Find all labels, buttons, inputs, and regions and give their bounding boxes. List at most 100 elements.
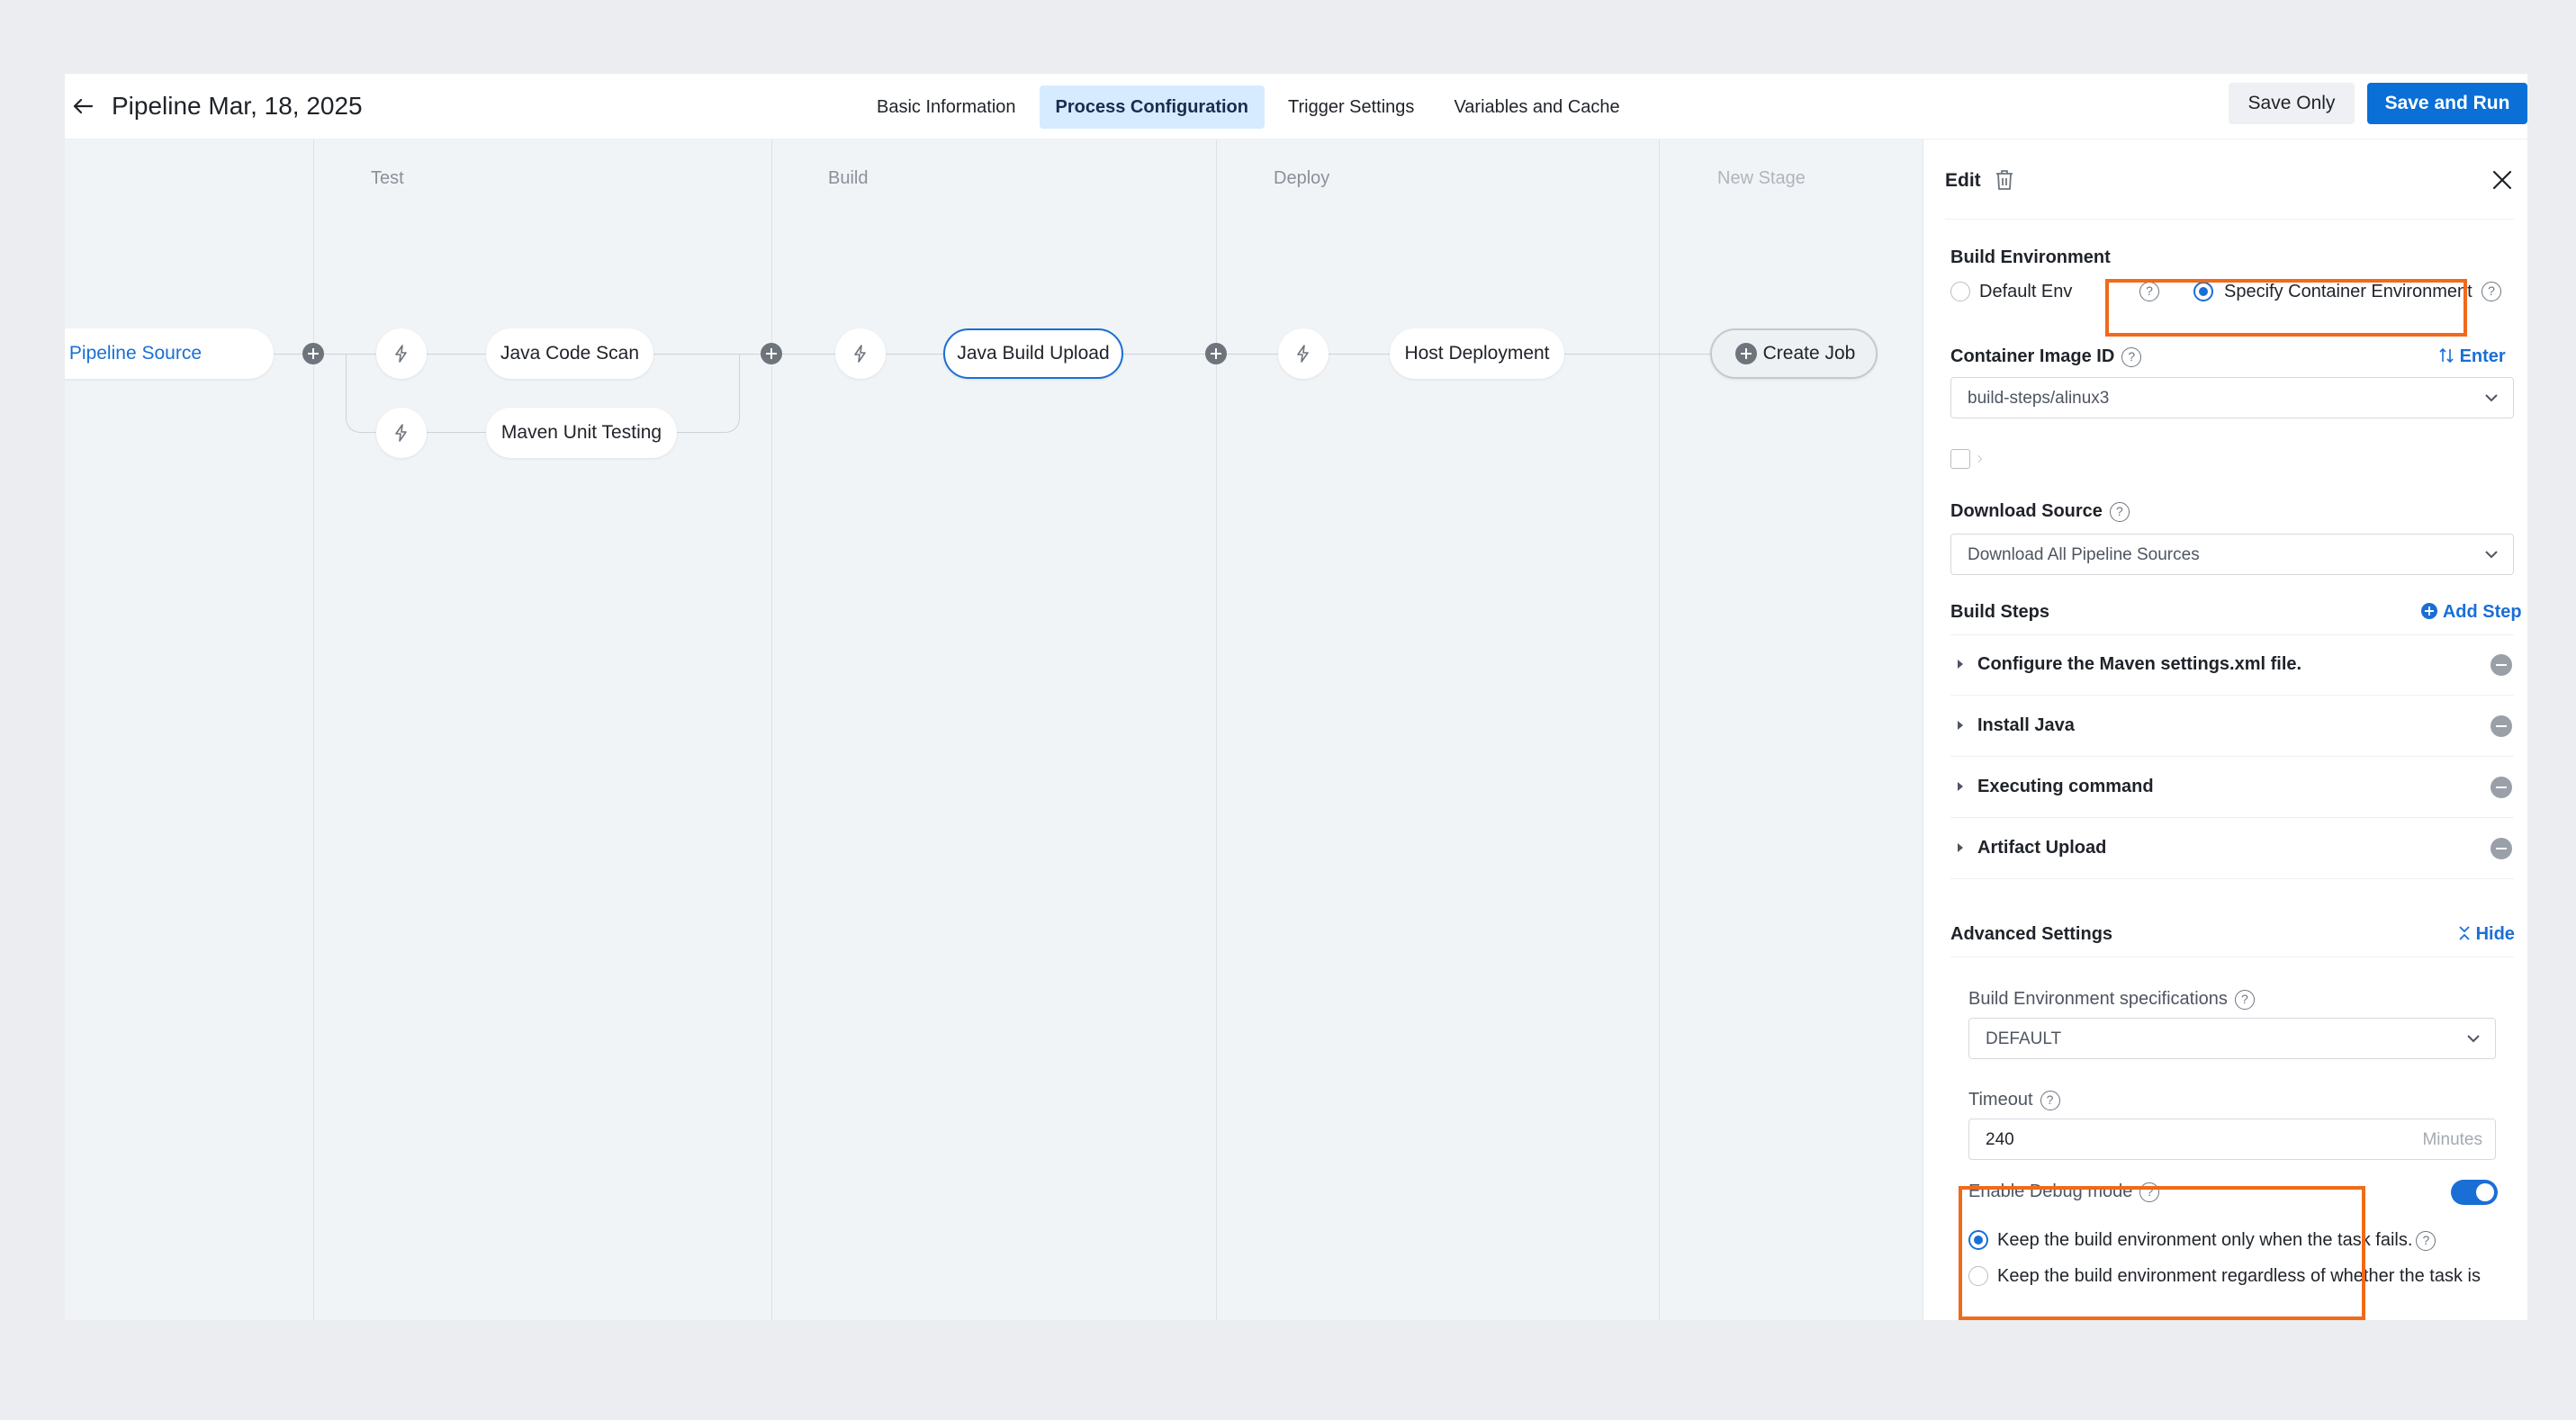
tab-trigger-settings[interactable]: Trigger Settings [1272,85,1430,129]
specify-container-env-radio[interactable] [2193,282,2213,301]
job-java-build-upload[interactable]: Java Build Upload [943,328,1123,379]
expand-caret-icon [1958,782,1963,791]
build-steps-label: Build Steps [1950,602,2050,622]
download-source-select[interactable]: Download All Pipeline Sources [1950,534,2514,575]
build-step-title: Configure the Maven settings.xml file. [1977,654,2302,674]
chevron-down-icon [2485,551,2498,559]
pipeline-source-label: d Pipeline Source [65,343,202,364]
trigger-lightning-icon[interactable] [835,328,886,379]
enter-link[interactable]: Enter [2438,346,2506,367]
help-icon[interactable]: ? [2121,346,2142,367]
pipeline-source-node[interactable]: d Pipeline Source [65,328,274,379]
help-icon[interactable]: ? [2481,282,2501,301]
help-icon[interactable]: ? [2234,989,2255,1010]
stage-divider [771,139,772,1320]
add-stage-plus-icon[interactable] [761,343,782,364]
panel-title: Edit [1945,170,1981,191]
add-step-link[interactable]: Add Step [2420,602,2522,623]
job-host-deployment[interactable]: Host Deployment [1390,328,1564,379]
build-environment-label: Build Environment [1950,247,2111,267]
keep-env-on-fail-text: Keep the build environment only when the… [1997,1230,2413,1250]
hide-link[interactable]: Hide [2458,924,2515,945]
specify-container-env-label: Specify Container Environment [2224,282,2472,301]
back-arrow-icon[interactable] [65,88,101,124]
job-edit-panel: Edit Build Environment Default Env ? Spe… [1923,139,2527,1320]
container-image-id-label: Container Image ID? [1950,346,2142,367]
pipeline-editor-window: Pipeline Mar, 18, 2025 Basic Information… [65,74,2527,1320]
close-icon[interactable] [2490,168,2514,192]
help-icon[interactable]: ? [2139,282,2159,301]
option-checkbox[interactable] [1950,449,1970,469]
debug-mode-toggle[interactable] [2451,1180,2498,1205]
job-java-code-scan[interactable]: Java Code Scan [486,328,653,379]
tab-variables-and-cache[interactable]: Variables and Cache [1437,85,1635,129]
help-icon[interactable]: ? [2040,1090,2060,1110]
keep-env-on-fail-label: Keep the build environment only when the… [1997,1230,2436,1251]
pipeline-canvas: Test Build Deploy New Stage d Pipeline S… [65,139,1923,1320]
save-only-button[interactable]: Save Only [2229,83,2355,124]
keep-env-always-radio[interactable] [1968,1266,1988,1286]
build-step-item[interactable]: Install Java [1950,696,2514,757]
tab-process-configuration[interactable]: Process Configuration [1039,85,1265,129]
trash-icon[interactable] [1994,168,2015,192]
help-icon[interactable]: ? [2109,501,2130,522]
header-divider [1945,219,2514,220]
panel-header: Edit [1923,139,2527,219]
create-job-plus-icon [1735,343,1757,364]
create-job-label: Create Job [1762,343,1856,364]
chevron-down-icon [2485,394,2498,402]
add-stage-plus-icon[interactable] [1205,343,1227,364]
help-icon[interactable]: ? [2416,1230,2436,1251]
trigger-lightning-icon[interactable] [376,328,427,379]
expand-caret-icon [1958,660,1963,669]
timeout-label: Timeout? [1968,1090,2060,1110]
container-image-select[interactable]: build-steps/alinux3 [1950,377,2514,418]
download-source-text: Download Source [1950,501,2103,521]
build-step-title: Executing command [1977,777,2154,796]
stage-title-test: Test [371,168,404,188]
timeout-input[interactable]: 240 Minutes [1968,1119,2496,1160]
keep-env-on-fail-radio[interactable] [1968,1230,1988,1250]
build-step-title: Install Java [1977,715,2075,735]
stage-divider [1659,139,1660,1320]
build-env-spec-label: Build Environment specifications? [1968,989,2255,1010]
keep-env-always-label: Keep the build environment regardless of… [1997,1266,2481,1286]
build-env-spec-select[interactable]: DEFAULT [1968,1018,2496,1059]
chevron-right-icon [1974,454,1983,463]
trigger-lightning-icon[interactable] [376,408,427,458]
job-maven-unit-testing[interactable]: Maven Unit Testing [486,408,677,458]
help-icon[interactable]: ? [2139,1182,2160,1202]
build-env-spec-text: Build Environment specifications [1968,989,2228,1009]
remove-step-icon[interactable] [2490,654,2512,676]
build-step-item[interactable]: Artifact Upload [1950,818,2514,879]
remove-step-icon[interactable] [2490,715,2512,737]
build-step-title: Artifact Upload [1977,838,2107,858]
top-header: Pipeline Mar, 18, 2025 Basic Information… [65,74,2527,139]
tab-bar: Basic Information Process Configuration … [860,81,1644,133]
download-source-label: Download Source? [1950,501,2130,522]
remove-step-icon[interactable] [2490,777,2512,798]
debug-mode-text: Enable Debug mode [1968,1182,2133,1201]
debug-mode-label: Enable Debug mode? [1968,1182,2160,1202]
download-source-value: Download All Pipeline Sources [1968,545,2200,564]
timeout-value: 240 [1986,1130,2014,1149]
build-env-spec-value: DEFAULT [1986,1029,2062,1048]
trigger-lightning-icon[interactable] [1278,328,1329,379]
remove-step-icon[interactable] [2490,838,2512,859]
default-env-radio[interactable] [1950,282,1970,301]
expand-caret-icon [1958,843,1963,852]
add-step-label: Add Step [2442,602,2522,622]
container-image-value: build-steps/alinux3 [1968,389,2110,408]
tab-basic-information[interactable]: Basic Information [860,85,1032,129]
stage-title-build: Build [828,168,869,188]
build-step-item[interactable]: Executing command [1950,757,2514,818]
chevron-down-icon [2467,1035,2480,1043]
stage-title-new-stage[interactable]: New Stage [1717,168,1806,189]
add-stage-plus-icon[interactable] [302,343,324,364]
save-and-run-button[interactable]: Save and Run [2367,83,2527,124]
build-step-item[interactable]: Configure the Maven settings.xml file. [1950,634,2514,696]
advanced-settings-label: Advanced Settings [1950,924,2113,944]
stage-title-deploy: Deploy [1274,168,1330,188]
default-env-label: Default Env [1979,282,2073,301]
expand-caret-icon [1958,721,1963,730]
